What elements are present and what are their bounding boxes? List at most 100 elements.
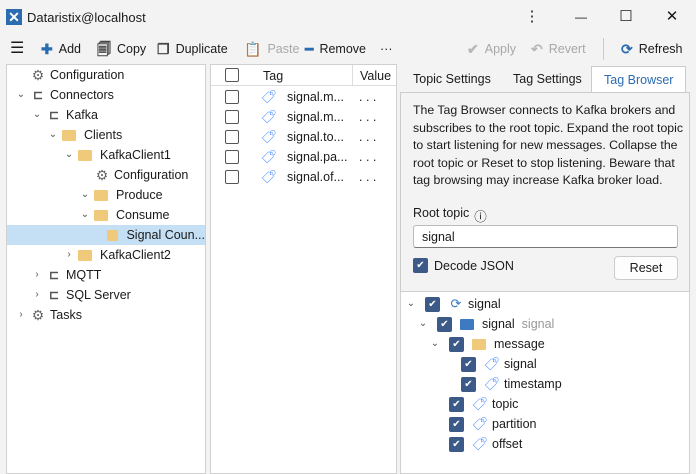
tree-item-label: MQTT [66,268,102,282]
browser-item-type: signal [521,317,555,331]
folder-icon [94,209,108,221]
paste-button[interactable]: 📋 Paste [244,37,299,61]
checkbox-checked[interactable]: ✔ [425,296,440,312]
browser-tree-item[interactable]: ⌄ ✔ ⟳ signal [405,294,501,314]
tag-icon: 🏷 [260,169,277,184]
tag-value: . . . [359,90,377,104]
info-icon[interactable]: ⓘ [474,206,487,225]
chevron-icon[interactable]: ⌄ [63,145,75,165]
close-button[interactable]: ✕ [658,6,686,28]
root-topic-label: Root topic [413,206,470,220]
tab-topic-settings[interactable]: Topic Settings [401,66,503,92]
browser-tree-item[interactable]: ✔ 🏷 offset [429,434,522,454]
tree-item[interactable]: ⚙ Configuration [7,165,205,185]
add-button[interactable]: ✚ Add [41,37,81,61]
tab-tag-browser[interactable]: Tag Browser [591,66,687,93]
window-menu-button[interactable]: ⋮ [518,6,546,28]
gears-icon: ⚙ [31,307,45,323]
tree-item[interactable]: › KafkaClient2 [7,245,205,265]
checkbox-checked[interactable]: ✔ [461,356,476,372]
tree-item[interactable]: › ⚙ Tasks [7,305,205,325]
browser-tree-item[interactable]: ✔ 🏷 timestamp [441,374,562,394]
checkbox-checked[interactable]: ✔ [461,376,476,392]
table-row[interactable]: 🏷 signal.m... . . . [211,107,396,127]
browser-tree-item[interactable]: ✔ 🏷 signal [441,354,537,374]
duplicate-button[interactable]: ❐ Duplicate [157,37,228,61]
chevron-icon[interactable]: ⌄ [417,314,429,334]
chevron-icon[interactable]: ⌄ [79,205,91,225]
toolbar-divider [603,38,604,60]
tab-tag-settings[interactable]: Tag Settings [501,66,594,92]
chevron-icon[interactable]: ⌄ [79,185,91,205]
tree-item[interactable]: ⚙ Configuration [7,65,205,85]
chevron-icon[interactable]: ⌄ [31,105,43,125]
row-checkbox[interactable] [225,130,239,144]
row-checkbox[interactable] [225,150,239,164]
more-button[interactable]: ··· [380,37,393,61]
copy-button[interactable]: 🗐 Copy [97,37,146,61]
tag-browser-tree: ⌄ ✔ ⟳ signal ⌄ ✔ signal signal ⌄ ✔ message ✔ 🏷 signal… [400,291,690,474]
select-all-checkbox[interactable] [225,68,239,82]
value-column-header[interactable]: Value [360,69,391,83]
row-checkbox[interactable] [225,90,239,104]
chevron-icon[interactable]: › [63,245,75,265]
tag-list-header: Tag Value [211,65,396,86]
maximize-button[interactable]: ☐ [612,6,640,28]
checkbox-checked[interactable]: ✔ [449,336,464,352]
chevron-icon[interactable]: › [15,305,27,325]
decode-json-checkbox[interactable]: ✔ Decode JSON [413,258,514,273]
hamburger-menu-icon[interactable]: ☰ [10,37,24,61]
browser-tree-item[interactable]: ⌄ ✔ signal signal [417,314,554,334]
chevron-icon[interactable]: ⌄ [15,85,27,105]
revert-button[interactable]: ↶ Revert [531,37,586,61]
browser-tree-item[interactable]: ✔ 🏷 topic [429,394,518,414]
tree-item[interactable]: Signal Coun... [7,225,205,245]
tree-item[interactable]: ⌄ KafkaClient1 [7,145,205,165]
chevron-icon[interactable]: ⌄ [405,294,417,314]
tree-item-label: Configuration [114,168,189,182]
checkbox-checked[interactable]: ✔ [449,436,464,452]
tag-icon: 🏷 [260,129,277,144]
checkbox-checked[interactable]: ✔ [449,416,464,432]
duplicate-icon: ❐ [157,41,170,57]
table-row[interactable]: 🏷 signal.to... . . . [211,127,396,147]
tag-name: signal.m... [287,110,344,124]
folder-icon [107,229,119,241]
tag-value: . . . [359,110,377,124]
apply-button[interactable]: ✔ Apply [467,37,516,61]
checkbox-checked-icon: ✔ [413,258,428,273]
chevron-icon[interactable]: › [31,265,43,285]
chevron-icon[interactable]: ⌄ [47,125,59,145]
tree-item-label: Signal Coun... [126,228,205,242]
chevron-icon[interactable]: ⌄ [429,334,441,354]
copy-label: Copy [117,42,147,56]
tree-item-label: Kafka [66,108,98,122]
remove-button[interactable]: ━ Remove [305,37,366,61]
table-row[interactable]: 🏷 signal.of... . . . [211,167,396,187]
tree-item[interactable]: › ⊏ SQL Server [7,285,205,305]
browser-item-label: signal [504,357,537,371]
tree-item[interactable]: ⌄ ⊏ Connectors [7,85,205,105]
chevron-icon[interactable]: › [31,285,43,305]
minimize-button[interactable]: — [567,6,595,28]
row-checkbox[interactable] [225,170,239,184]
table-row[interactable]: 🏷 signal.m... . . . [211,87,396,107]
tree-item-label: KafkaClient1 [100,148,171,162]
tree-item[interactable]: ⌄ ⊏ Kafka [7,105,205,125]
tree-item[interactable]: ⌄ Clients [7,125,205,145]
browser-tree-item[interactable]: ✔ 🏷 partition [429,414,536,434]
tag-column-header[interactable]: Tag [263,69,283,83]
tree-item[interactable]: ⌄ Consume [7,205,205,225]
root-topic-input[interactable]: signal [413,225,678,248]
tree-item[interactable]: › ⊏ MQTT [7,265,205,285]
browser-tree-item[interactable]: ⌄ ✔ message [429,334,545,354]
refresh-button[interactable]: ⟳ Refresh [621,37,683,61]
checkbox-checked[interactable]: ✔ [449,396,464,412]
reset-button[interactable]: Reset [614,256,678,280]
table-row[interactable]: 🏷 signal.pa... . . . [211,147,396,167]
checkbox-checked[interactable]: ✔ [437,316,452,332]
row-checkbox[interactable] [225,110,239,124]
tag-icon: 🏷 [471,416,488,431]
tree-item[interactable]: ⌄ Produce [7,185,205,205]
tag-value: . . . [359,130,377,144]
